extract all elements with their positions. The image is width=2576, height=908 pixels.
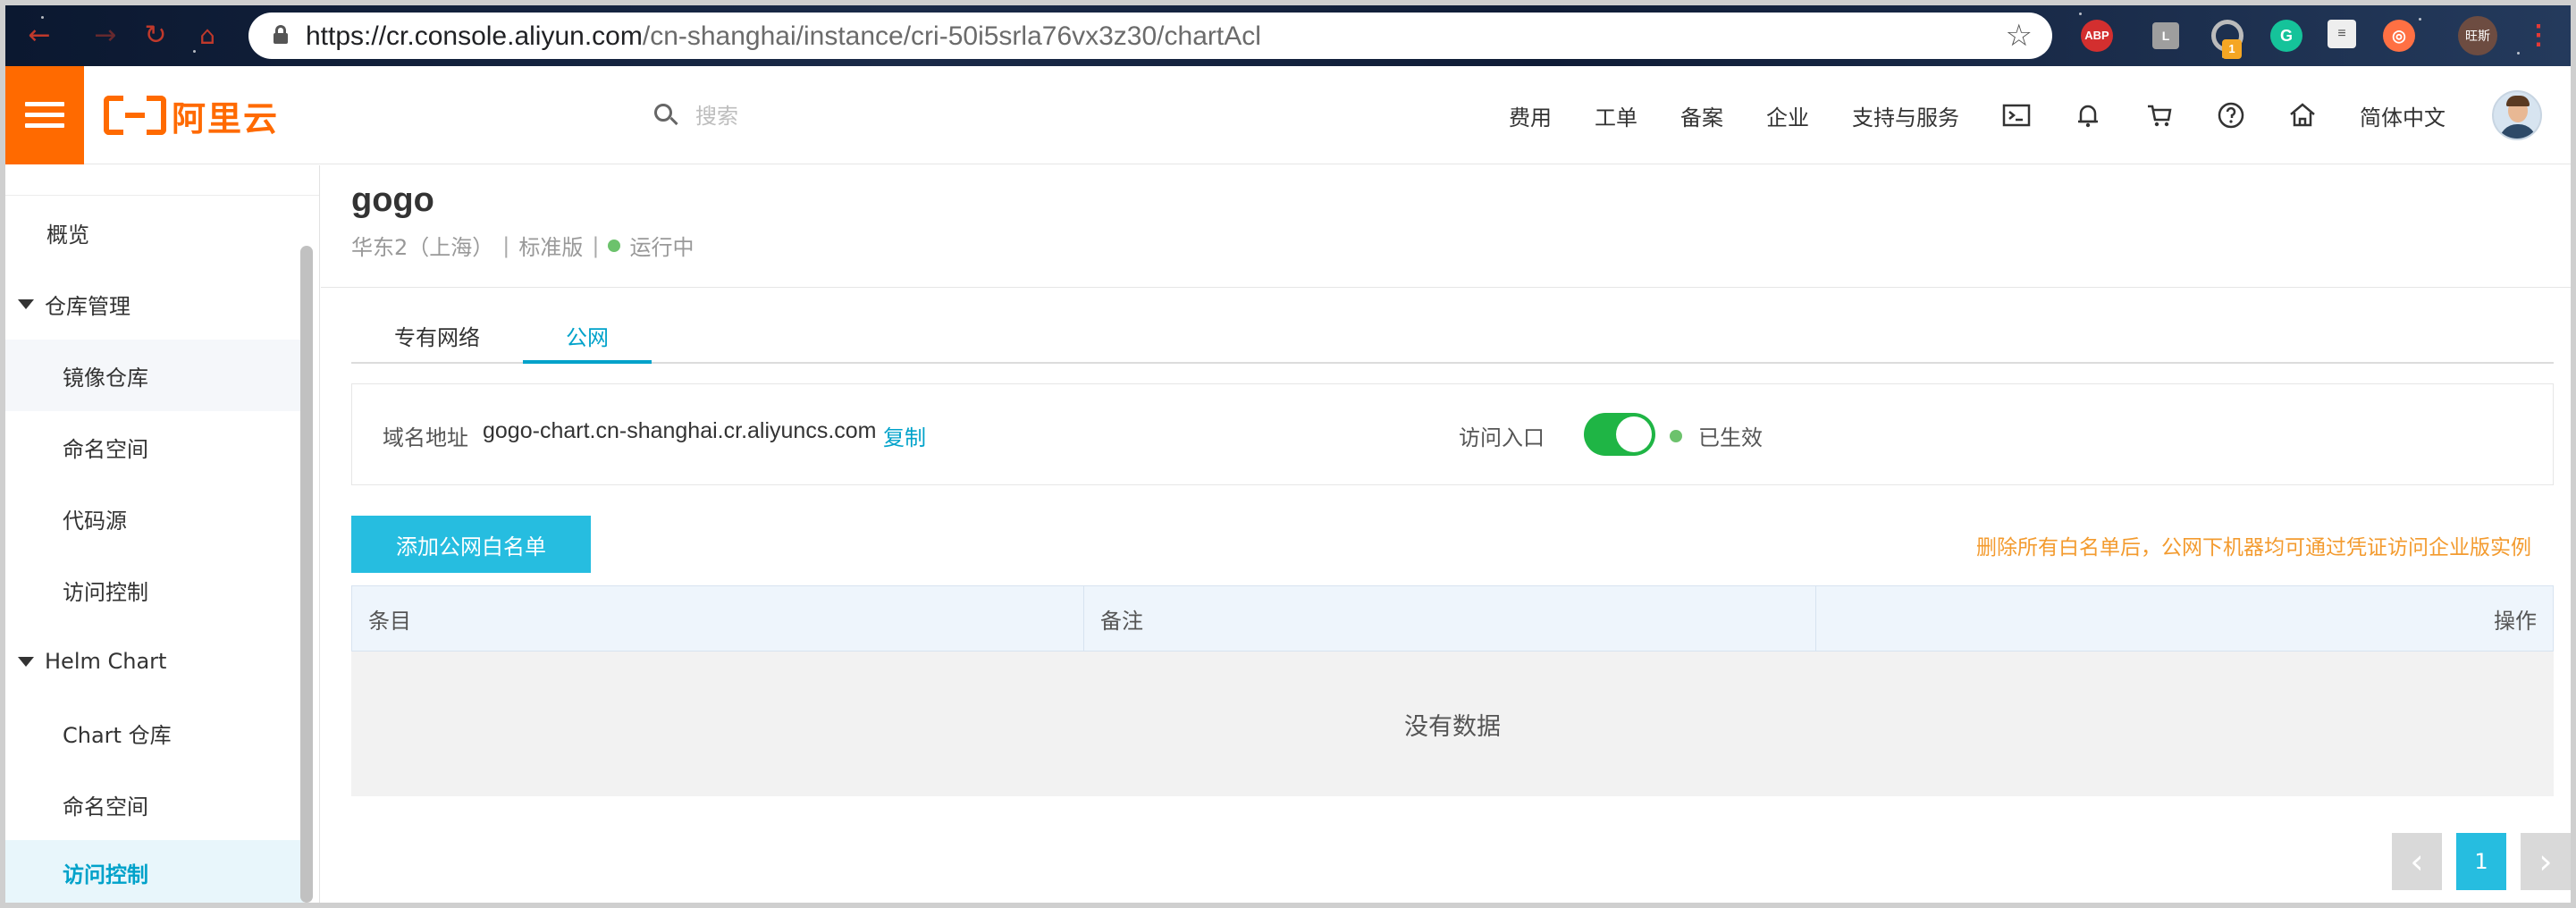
instance-edition: 标准版 xyxy=(518,235,584,260)
cart-icon[interactable] xyxy=(2145,101,2174,130)
nav-enterprise[interactable]: 企业 xyxy=(1766,100,1809,131)
whitelist-table: 条目 备注 操作 没有数据 xyxy=(351,585,2554,796)
column-entry: 条目 xyxy=(352,586,1084,651)
instance-region: 华东2（上海） xyxy=(351,235,494,260)
menu-kebab-icon[interactable]: ⋮ xyxy=(2522,20,2555,52)
copy-link[interactable]: 复制 xyxy=(883,420,926,451)
aliyun-logo-mark-icon xyxy=(104,96,166,135)
bell-icon[interactable] xyxy=(2074,101,2102,130)
pagination: ‹ 1 › xyxy=(2378,833,2571,890)
caret-down-icon xyxy=(18,298,34,309)
status-dot-icon xyxy=(1670,429,1682,442)
nav-support[interactable]: 支持与服务 xyxy=(1852,100,1959,131)
instance-status: 运行中 xyxy=(629,235,695,260)
access-entry-toggle[interactable] xyxy=(1584,413,1655,456)
tab-vpc[interactable]: 专有网络 xyxy=(351,314,523,364)
home-browser-icon[interactable]: ⌂ xyxy=(193,21,222,50)
caret-down-icon xyxy=(18,656,34,667)
nav-fees[interactable]: 费用 xyxy=(1509,100,1552,131)
lock-icon xyxy=(274,25,288,45)
grammarly-extension-icon[interactable]: G xyxy=(2270,20,2302,52)
adblock-extension-icon[interactable]: ABP xyxy=(2081,20,2113,52)
domain-value: gogo-chart.cn-shanghai.cr.aliyuncs.com xyxy=(483,418,877,443)
page-number[interactable]: 1 xyxy=(2456,833,2506,890)
language-switch[interactable]: 简体中文 xyxy=(2360,100,2446,131)
add-whitelist-button[interactable]: 添加公网白名单 xyxy=(351,516,591,573)
domain-label: 域名地址 xyxy=(383,425,468,450)
reload-icon[interactable]: ↻ xyxy=(141,21,170,50)
effective-status: 已生效 xyxy=(1670,420,1763,451)
aliyun-logo[interactable]: 阿里云 xyxy=(104,93,279,139)
sidebar-item-access-control[interactable]: 访问控制 xyxy=(5,554,304,626)
empty-state: 没有数据 xyxy=(351,652,2554,796)
search-box[interactable] xyxy=(654,98,1142,134)
table-header: 条目 备注 操作 xyxy=(351,585,2554,652)
url-text: https://cr.console.aliyun.com/cn-shangha… xyxy=(306,21,1261,51)
search-input[interactable] xyxy=(695,104,1142,129)
next-page-icon[interactable]: › xyxy=(2521,833,2571,890)
forward-icon[interactable]: → xyxy=(91,21,120,50)
chart-extension-icon[interactable]: ≡ xyxy=(2328,20,2356,48)
sidebar-item-code-source[interactable]: 代码源 xyxy=(5,483,304,554)
browser-toolbar: ← → ↻ ⌂ https://cr.console.aliyun.com/cn… xyxy=(5,5,2571,66)
column-remark: 备注 xyxy=(1084,586,1816,651)
network-tabs: 专有网络 公网 xyxy=(351,314,2554,364)
page-title: gogo xyxy=(351,181,434,219)
menu-hamburger-icon[interactable] xyxy=(5,66,84,164)
nav-icp[interactable]: 备案 xyxy=(1680,100,1723,131)
sidebar: 概览 仓库管理 镜像仓库 命名空间 代码源 访问控制 Helm Chart Ch… xyxy=(5,165,320,903)
sidebar-item-helm-access-control[interactable]: 访问控制 xyxy=(5,840,304,903)
sidebar-scrollbar[interactable] xyxy=(300,246,313,903)
nav-tickets[interactable]: 工单 xyxy=(1595,100,1637,131)
bookmark-star-icon[interactable]: ☆ xyxy=(2006,18,2033,54)
instance-meta: 华东2（上海） | 标准版 | 运行中 xyxy=(351,230,694,261)
lifebuoy-extension-icon[interactable]: ◎ xyxy=(2383,20,2415,52)
whitelist-warning: 删除所有白名单后，公网下机器均可通过凭证访问企业版实例 xyxy=(1976,536,2531,559)
endpoint-card: 域名地址 gogo-chart.cn-shanghai.cr.aliyuncs.… xyxy=(351,383,2554,485)
home-icon[interactable] xyxy=(2288,101,2317,130)
status-dot-icon xyxy=(608,239,621,252)
access-entry-label: 访问入口 xyxy=(1459,425,1545,450)
search-icon xyxy=(654,104,679,129)
profile-avatar[interactable]: 旺斯 xyxy=(2458,16,2497,55)
prev-page-icon[interactable]: ‹ xyxy=(2392,833,2442,890)
sidebar-item-helm-namespace[interactable]: 命名空间 xyxy=(5,769,304,840)
terminal-icon[interactable] xyxy=(2002,101,2031,130)
browser-window: ← → ↻ ⌂ https://cr.console.aliyun.com/cn… xyxy=(5,5,2571,903)
user-avatar[interactable] xyxy=(2492,90,2542,140)
address-bar[interactable]: https://cr.console.aliyun.com/cn-shangha… xyxy=(248,13,2052,59)
help-icon[interactable] xyxy=(2217,101,2245,130)
sidebar-item-image-repo[interactable]: 镜像仓库 xyxy=(5,340,304,411)
sidebar-group-repo[interactable]: 仓库管理 xyxy=(5,268,304,340)
sidebar-item-overview[interactable]: 概览 xyxy=(5,197,304,268)
sidebar-item-namespace[interactable]: 命名空间 xyxy=(5,411,304,483)
tab-public[interactable]: 公网 xyxy=(523,314,652,364)
extension-l-icon[interactable]: L xyxy=(2152,22,2179,49)
sidebar-item-chart-repo[interactable]: Chart 仓库 xyxy=(5,697,304,769)
sidebar-group-helm[interactable]: Helm Chart xyxy=(5,626,304,697)
back-icon[interactable]: ← xyxy=(25,21,54,50)
console-topbar: 阿里云 费用 工单 备案 企业 支持与服务 xyxy=(5,66,2571,164)
extension-badge: 1 xyxy=(2222,39,2242,59)
column-actions: 操作 xyxy=(2494,608,2537,634)
main-content: gogo 华东2（上海） | 标准版 | 运行中 专有网络 公网 域名地址 go… xyxy=(321,165,2571,903)
top-nav: 费用 工单 备案 企业 支持与服务 简体中文 xyxy=(1487,66,2571,164)
